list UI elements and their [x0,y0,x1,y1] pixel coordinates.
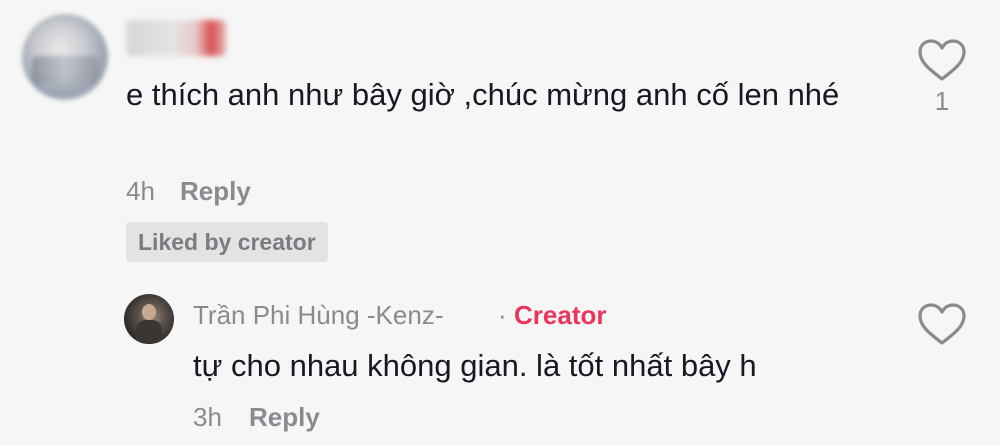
commenter-avatar[interactable] [22,14,108,100]
reply-author-name[interactable]: Trần Phi Hùng -Kenz- [193,300,443,331]
commenter-name-blurred[interactable] [126,20,226,56]
reply-author-avatar[interactable] [124,294,174,344]
creator-badge: Creator [514,300,607,330]
heart-outline-icon [918,39,966,81]
comment-text: e thích anh như bây giờ ,chúc mừng anh c… [126,77,840,112]
reply-timestamp: 3h [193,402,222,432]
comment-reply-button[interactable]: Reply [180,176,251,207]
reply-like-button[interactable] [917,302,967,351]
heart-outline-icon [918,303,966,345]
reply-text: tự cho nhau không gian. là tốt nhất bây … [193,348,757,383]
comment-thread: e thích anh như bây giờ ,chúc mừng anh c… [0,0,1000,446]
reply-reply-button[interactable]: Reply [249,402,320,433]
comment-timestamp: 4h [126,176,155,206]
liked-by-creator-badge: Liked by creator [126,222,328,262]
reply-separator-dot: · [498,300,507,330]
comment-like-count: 1 [934,86,950,116]
comment-like-button[interactable] [917,38,967,87]
